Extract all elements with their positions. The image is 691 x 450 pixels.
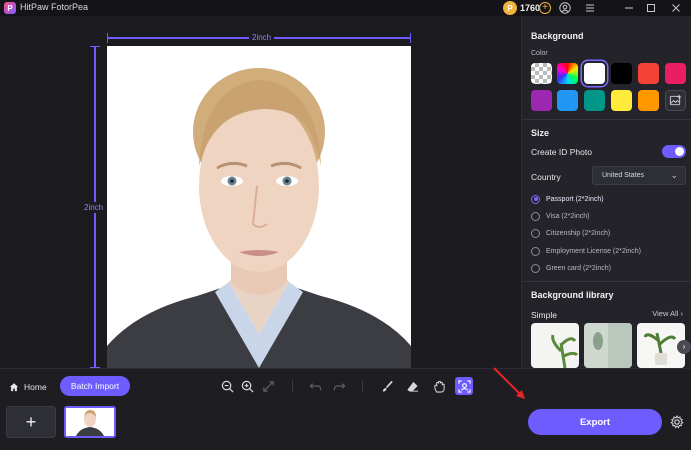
home-label: Home (24, 382, 47, 392)
radio-icon (531, 246, 540, 256)
size-option-label: Citizenship (2*2inch) (546, 229, 611, 237)
library-next-arrow[interactable]: › (677, 340, 691, 354)
close-icon[interactable] (670, 2, 682, 14)
size-option-green-card[interactable]: Green card (2*2inch) (531, 262, 611, 274)
country-value: United States (602, 172, 645, 179)
maximize-icon[interactable] (645, 2, 657, 14)
image-upload-icon (669, 94, 682, 106)
radio-icon (531, 211, 540, 221)
undo-button[interactable] (307, 378, 323, 394)
export-settings-button[interactable] (670, 414, 684, 429)
library-thumb-plant-white[interactable] (531, 323, 579, 368)
thumbnail-portrait (66, 408, 114, 436)
redo-icon (333, 382, 345, 390)
zoom-out-button[interactable] (219, 378, 235, 394)
account-icon[interactable] (559, 2, 571, 14)
radio-icon (531, 228, 540, 238)
size-option-visa[interactable]: Visa (2*2inch) (531, 210, 589, 222)
redo-button[interactable] (331, 378, 347, 394)
view-all-link[interactable]: View All › (652, 309, 683, 318)
add-image-button[interactable]: + (6, 406, 56, 438)
size-option-label: Employment License (2*2inch) (546, 247, 641, 255)
create-id-photo-toggle[interactable] (662, 145, 686, 158)
country-select[interactable]: United States ⌄ (592, 166, 686, 185)
brush-icon (382, 380, 393, 392)
face-detect-button[interactable] (455, 377, 473, 395)
swatch-blue[interactable] (557, 90, 578, 111)
app-window: P HitPaw FotorPea P 1760 + 2inch 2inch B… (0, 0, 691, 450)
home-icon (9, 383, 19, 392)
toolbar-separator (362, 380, 363, 392)
swatch-red[interactable] (638, 63, 659, 84)
panel-divider (522, 281, 691, 282)
size-option-passport[interactable]: Passport (2*2inch) (531, 193, 604, 205)
chevron-down-icon: ⌄ (670, 170, 678, 180)
size-option-label: Visa (2*2inch) (546, 212, 590, 220)
size-option-employment-license[interactable]: Employment License (2*2inch) (531, 245, 641, 257)
panel-divider (522, 119, 691, 120)
zoom-in-icon (241, 380, 253, 392)
swatch-transparent[interactable] (531, 63, 552, 84)
swatch-orange[interactable] (638, 90, 659, 111)
menu-icon[interactable] (584, 2, 596, 14)
swatch-upload-image[interactable] (665, 90, 686, 111)
canvas-area: 2inch 2inch (0, 16, 520, 368)
app-title: HitPaw FotorPea (20, 2, 89, 12)
library-category-label: Simple (531, 310, 557, 320)
undo-icon (309, 382, 321, 390)
face-scan-icon (457, 379, 471, 393)
swatch-teal[interactable] (584, 90, 605, 111)
swatch-yellow[interactable] (611, 90, 632, 111)
bottom-toolbar: Home Batch Import + Export (0, 368, 691, 450)
swatch-purple[interactable] (531, 90, 552, 111)
swatch-white[interactable] (584, 63, 605, 84)
view-all-label: View All (652, 309, 679, 318)
library-thumb-sage[interactable] (584, 323, 632, 368)
swatch-pink[interactable] (665, 63, 686, 84)
credits-count: 1760 (520, 3, 541, 13)
size-heading: Size (531, 128, 550, 138)
expand-icon (262, 380, 274, 392)
toolbar-separator (292, 380, 293, 392)
settings-panel: Background Color Size Create ID Photo Co… (521, 16, 691, 368)
size-option-label: Passport (2*2inch) (546, 195, 604, 203)
app-logo-icon: P (4, 2, 16, 14)
home-button[interactable]: Home (9, 379, 47, 395)
size-option-citizenship[interactable]: Citizenship (2*2inch) (531, 227, 610, 239)
eraser-button[interactable] (404, 378, 420, 394)
hand-tool-button[interactable] (431, 378, 447, 394)
create-id-photo-label: Create ID Photo (531, 147, 592, 157)
library-thumb-image (584, 323, 632, 368)
portrait-image (107, 46, 411, 368)
eraser-icon (406, 381, 418, 392)
hand-icon (433, 380, 445, 393)
zoom-out-icon (221, 380, 233, 392)
fit-screen-button[interactable] (260, 378, 276, 394)
brush-button[interactable] (379, 378, 395, 394)
radio-icon (531, 263, 540, 273)
id-photo-preview[interactable] (107, 46, 411, 368)
size-option-label: Green card (2*2inch) (546, 264, 611, 272)
color-label: Color (531, 50, 548, 57)
radio-checked-icon (531, 194, 540, 204)
width-dimension-label: 2inch (249, 33, 275, 42)
add-credits-icon[interactable]: + (539, 2, 551, 14)
minimize-icon[interactable] (623, 2, 635, 14)
zoom-in-button[interactable] (239, 378, 255, 394)
background-library-heading: Background library (531, 290, 614, 300)
swatch-color-picker[interactable] (557, 63, 578, 84)
background-heading: Background (531, 31, 584, 41)
title-bar: P HitPaw FotorPea P 1760 + (0, 0, 691, 16)
batch-import-button[interactable]: Batch Import (60, 376, 130, 396)
export-button[interactable]: Export (528, 409, 662, 435)
swatch-black[interactable] (611, 63, 632, 84)
image-thumbnail[interactable] (64, 406, 116, 438)
gear-icon (670, 414, 684, 429)
height-dimension-label: 2inch (84, 202, 104, 213)
country-label: Country (531, 172, 561, 182)
library-thumb-image (531, 323, 579, 368)
coin-icon: P (503, 1, 517, 15)
toggle-knob (675, 147, 684, 156)
